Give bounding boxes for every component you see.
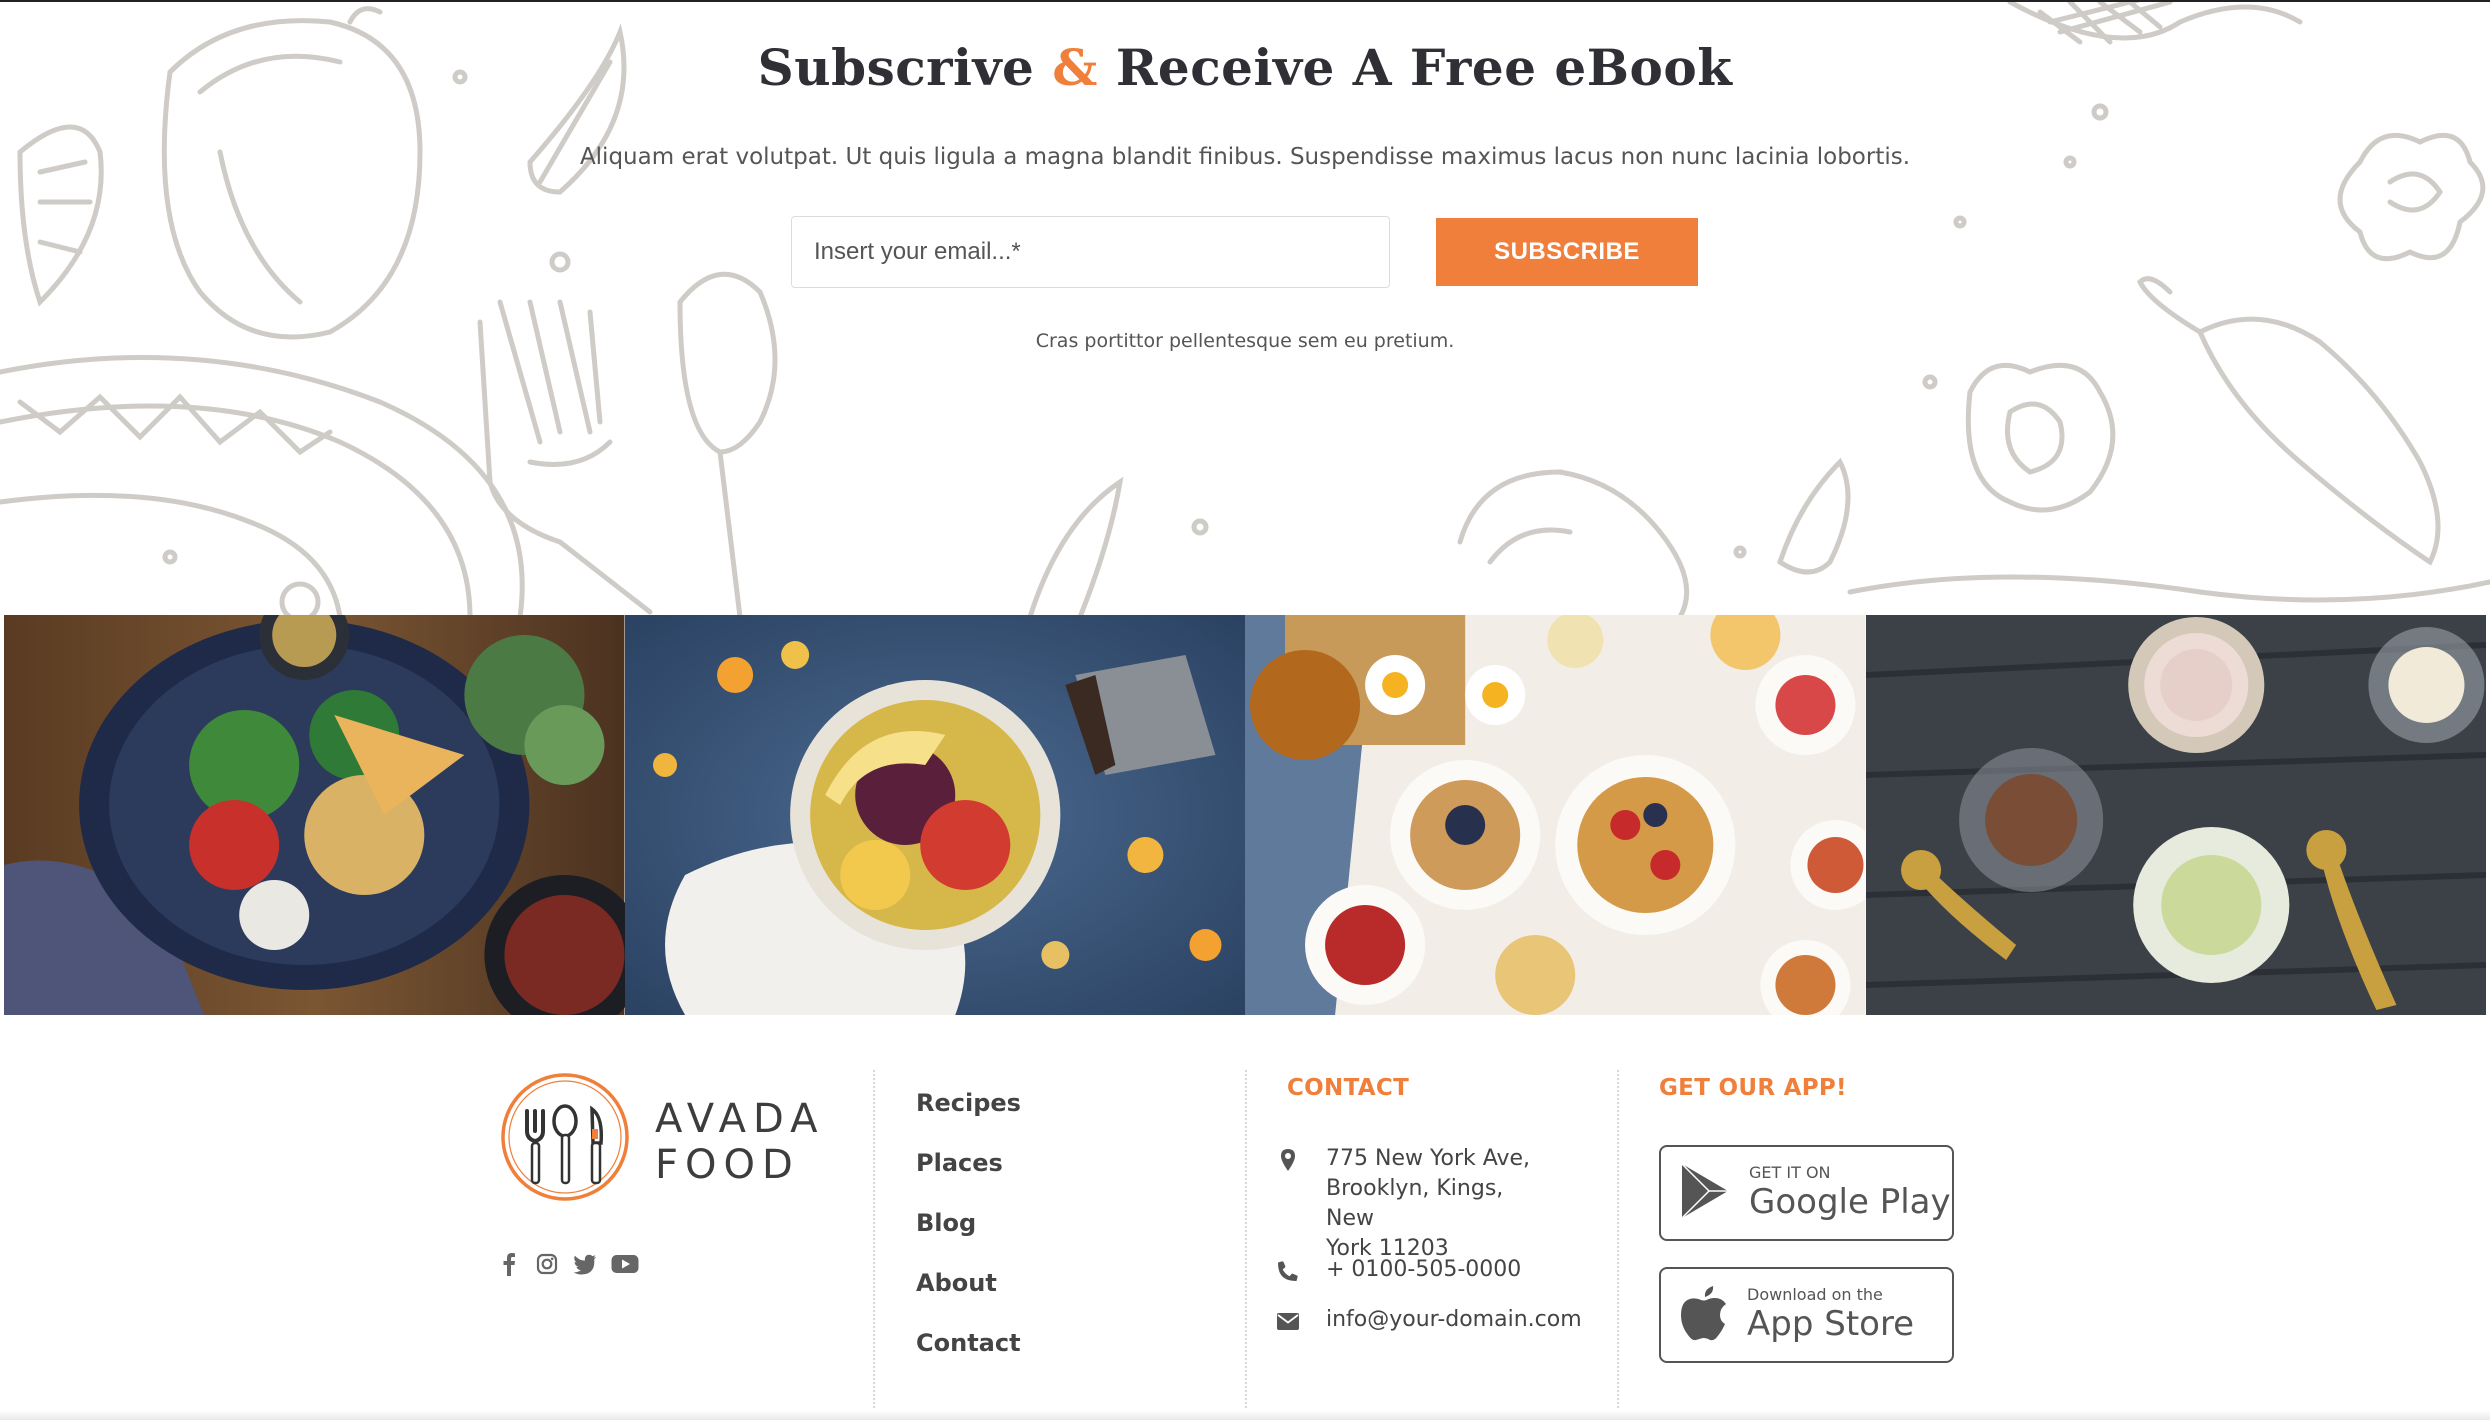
facebook-icon[interactable]	[497, 1252, 521, 1276]
address-line: Brooklyn, Kings, New	[1326, 1176, 1504, 1231]
email-input[interactable]	[791, 216, 1390, 288]
footer-link-contact[interactable]: Contact	[916, 1325, 1021, 1385]
site-footer	[0, 1015, 2490, 1420]
subscribe-title-part1: Subscrive	[757, 38, 1053, 97]
youtube-icon[interactable]	[611, 1252, 639, 1276]
twitter-icon[interactable]	[573, 1252, 597, 1276]
salad-bowl-photo[interactable]	[4, 615, 625, 1015]
contact-title: CONTACT	[1287, 1075, 1410, 1101]
photo-gallery	[4, 615, 2486, 1015]
address-line: 775 New York Ave,	[1326, 1146, 1531, 1171]
subscribe-section: Subscrive & Receive A Free eBook Aliquam…	[0, 0, 2490, 615]
contact-phone: + 0100-505-0000	[1276, 1255, 1521, 1285]
footer-link-about[interactable]: About	[916, 1265, 1021, 1325]
email-text[interactable]: info@your-domain.com	[1326, 1305, 1582, 1335]
contact-email: info@your-domain.com	[1276, 1305, 1582, 1335]
envelope-icon	[1276, 1309, 1300, 1333]
instagram-icon[interactable]	[535, 1252, 559, 1276]
apple-icon	[1679, 1284, 1729, 1347]
google-play-small-text: GET IT ON	[1749, 1163, 1831, 1182]
phone-icon	[1276, 1259, 1300, 1283]
logo-text-line1: AVADA	[655, 1096, 825, 1142]
footer-divider	[873, 1070, 875, 1420]
page-bottom-edge	[0, 1410, 2490, 1420]
subscribe-title: Subscrive & Receive A Free eBook	[0, 38, 2490, 97]
app-store-small-text: Download on the	[1747, 1285, 1883, 1304]
app-store-button[interactable]: Download on the App Store	[1659, 1267, 1954, 1363]
footer-link-recipes[interactable]: Recipes	[916, 1085, 1021, 1145]
contact-address: 775 New York Ave, Brooklyn, Kings, New Y…	[1276, 1144, 1556, 1264]
footer-link-blog[interactable]: Blog	[916, 1205, 1021, 1265]
google-play-icon	[1679, 1162, 1731, 1225]
footer-divider	[1617, 1070, 1619, 1420]
google-play-button[interactable]: GET IT ON Google Play	[1659, 1145, 1954, 1241]
subscribe-title-ampersand: &	[1052, 38, 1098, 97]
logo-text-line2: FOOD	[655, 1142, 800, 1188]
address-text: 775 New York Ave, Brooklyn, Kings, New Y…	[1326, 1144, 1556, 1264]
app-store-big-text: App Store	[1747, 1304, 1915, 1344]
fruit-plate-photo[interactable]	[624, 615, 1245, 1015]
phone-text[interactable]: + 0100-505-0000	[1326, 1255, 1521, 1285]
footer-link-places[interactable]: Places	[916, 1145, 1021, 1205]
ice-cream-photo[interactable]	[1865, 615, 2486, 1015]
breakfast-table-photo[interactable]	[1245, 615, 1866, 1015]
subscribe-title-part2: Receive A Free eBook	[1097, 38, 1733, 97]
footer-nav: Recipes Places Blog About Contact	[916, 1085, 1021, 1385]
subscribe-description: Aliquam erat volutpat. Ut quis ligula a …	[579, 144, 1911, 170]
app-title: GET OUR APP!	[1659, 1075, 1847, 1101]
subscribe-button[interactable]: SUBSCRIBE	[1436, 218, 1698, 286]
social-links	[497, 1252, 639, 1276]
google-play-big-text: Google Play	[1749, 1182, 1951, 1222]
subscribe-note: Cras portittor pellentesque sem eu preti…	[1035, 330, 1455, 352]
logo-wordmark[interactable]: AVADA FOOD	[655, 1096, 824, 1188]
footer-divider	[1245, 1070, 1247, 1420]
map-marker-icon	[1276, 1148, 1300, 1172]
avada-food-logo-icon[interactable]	[497, 1069, 637, 1209]
